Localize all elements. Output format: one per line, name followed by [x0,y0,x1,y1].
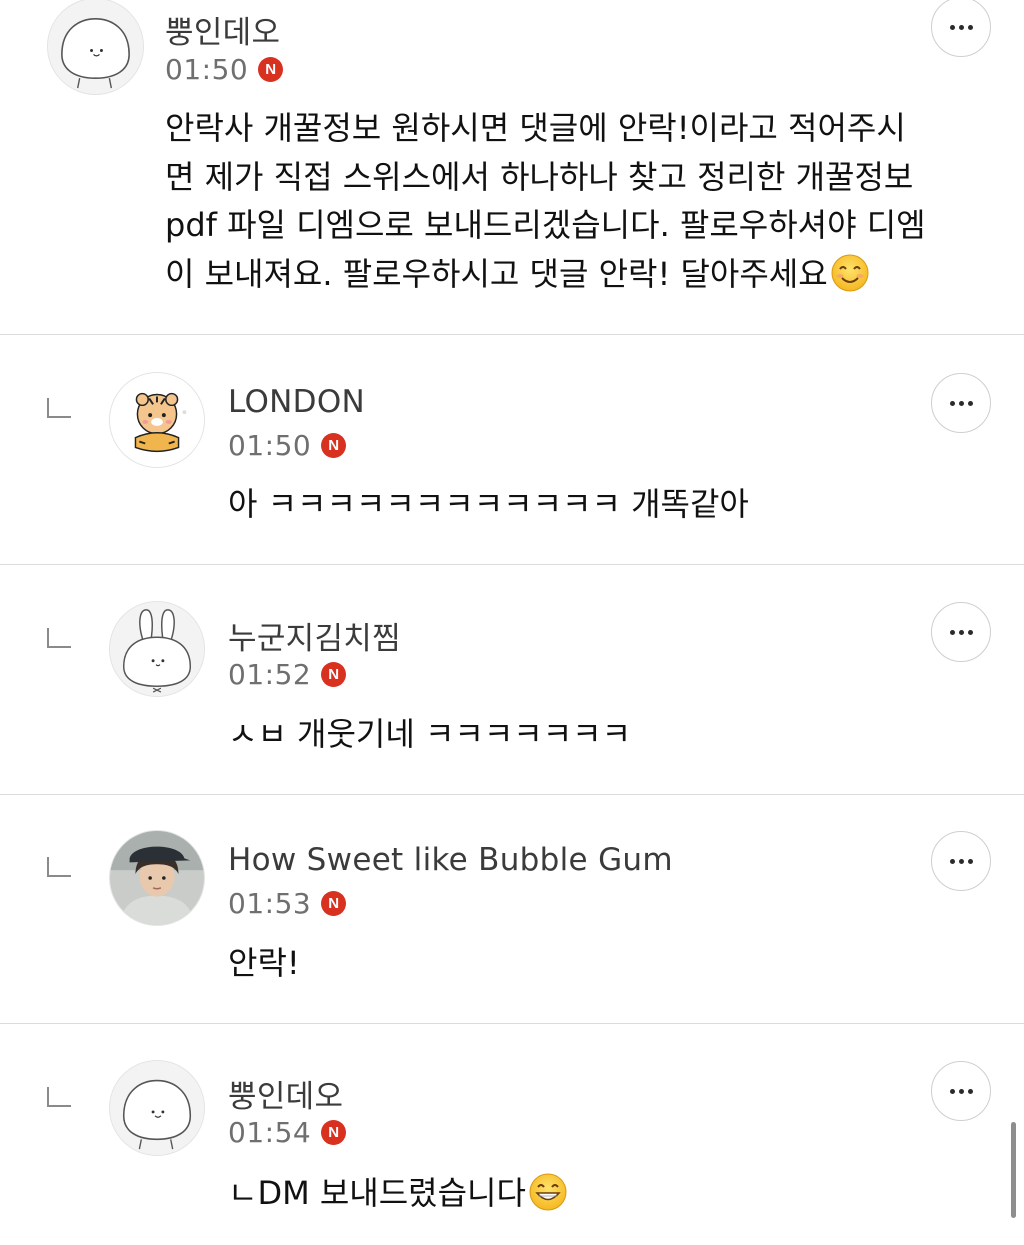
smiling-face-icon [831,254,869,291]
more-icon [949,1088,973,1094]
new-badge: N [321,662,347,687]
username[interactable]: 누군지김치찜 [228,613,401,658]
avatar[interactable] [109,1060,205,1156]
avatar[interactable] [109,830,205,926]
reply-indicator-icon [47,398,71,418]
username[interactable]: 뿡인데오 [165,7,280,52]
timestamp: 01:54 [228,1116,312,1149]
more-icon [949,858,973,864]
grinning-face-icon [529,1173,567,1211]
avatar[interactable] [109,372,205,468]
new-badge: N [321,891,347,916]
more-icon [949,629,973,635]
reply-indicator-icon [47,857,71,877]
timestamp-row: 01:54 N [228,1116,347,1149]
divider [0,564,1024,565]
reply-indicator-icon [47,628,71,648]
username[interactable]: LONDON [228,384,365,420]
timestamp-row: 01:53 N [228,887,347,920]
avatar[interactable] [47,0,144,95]
comment-text-content: ㄴDM 보내드렸습니다 [228,1174,526,1212]
new-badge: N [321,433,347,458]
divider [0,794,1024,795]
more-options-button[interactable] [931,831,991,891]
comment-text: 안락! [228,944,300,982]
timestamp-row: 01:52 N [228,658,347,691]
more-options-button[interactable] [931,373,991,433]
comment-text: ㅅㅂ 개웃기네 ㅋㅋㅋㅋㅋㅋㅋ [228,715,632,753]
profile-photo-icon [110,831,204,925]
timestamp-row: 01:50 N [228,429,347,462]
comment-text-content: 안락사 개꿀정보 원하시면 댓글에 안락!이라고 적어주시 면 제가 직접 스위… [165,109,926,293]
tiger-character-icon [110,373,204,467]
timestamp: 01:50 [228,429,312,462]
divider [0,334,1024,335]
scrollbar[interactable] [1011,1122,1016,1218]
comment-text: ㄴDM 보내드렸습니다 [228,1169,928,1218]
new-badge: N [321,1120,347,1145]
comment-text: 안락사 개꿀정보 원하시면 댓글에 안락!이라고 적어주시 면 제가 직접 스위… [165,104,985,298]
username[interactable]: 뿡인데오 [228,1071,343,1116]
mochi-character-icon [48,0,143,94]
timestamp: 01:50 [165,53,249,86]
divider [0,1023,1024,1024]
more-options-button[interactable] [931,0,991,57]
more-options-button[interactable] [931,1061,991,1121]
more-options-button[interactable] [931,602,991,662]
comment-text: 아 ㅋㅋㅋㅋㅋㅋㅋㅋㅋㅋㅋㅋ 개똑같아 [228,485,749,523]
more-icon [949,400,973,406]
mochi-character-icon [110,1061,204,1155]
avatar[interactable] [109,601,205,697]
username[interactable]: How Sweet like Bubble Gum [228,842,673,878]
more-icon [949,24,973,30]
timestamp-row: 01:50 N [165,53,284,86]
reply-indicator-icon [47,1087,71,1107]
new-badge: N [258,57,284,82]
rabbit-character-icon [110,602,204,696]
timestamp: 01:53 [228,887,312,920]
timestamp: 01:52 [228,658,312,691]
